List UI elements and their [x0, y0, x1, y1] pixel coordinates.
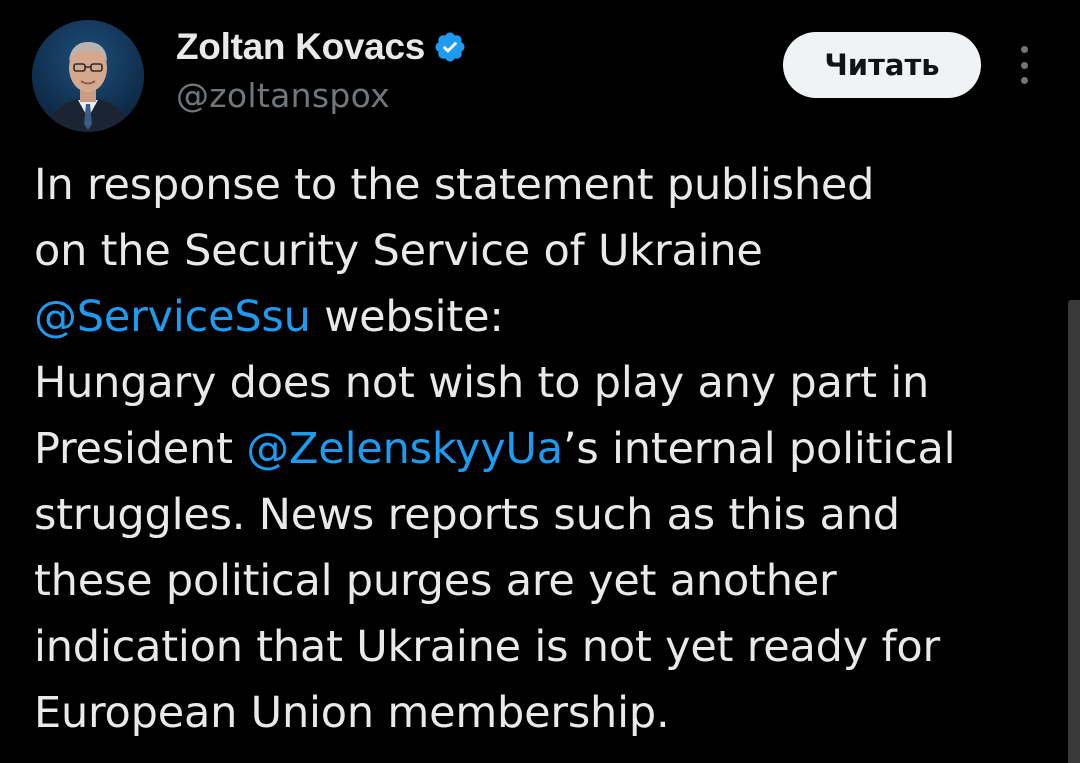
avatar[interactable]	[32, 20, 144, 132]
tweet-text-segment: these political purges are yet another	[34, 556, 837, 606]
tweet-text-segment: ’s internal political	[562, 424, 956, 474]
dot	[1020, 61, 1028, 69]
mention-link[interactable]: @ZelenskyyUa	[246, 424, 563, 474]
follow-button[interactable]: Читать	[783, 32, 981, 98]
tweet-text: In response to the statement published on…	[34, 152, 1054, 746]
more-options-icon[interactable]	[1010, 44, 1038, 86]
tweet-line: struggles. News reports such as this and	[34, 482, 1054, 548]
dot	[1020, 46, 1028, 53]
tweet-text-segment: website:	[310, 292, 504, 342]
tweet-line: indication that Ukraine is not yet ready…	[34, 614, 1054, 680]
tweet-line: on the Security Service of Ukraine	[34, 218, 1054, 284]
tweet-text-segment: indication that Ukraine is not yet ready…	[34, 622, 940, 672]
author-handle[interactable]: @zoltanspox	[176, 76, 390, 115]
tweet-line: @ServiceSsu website:	[34, 284, 1054, 350]
verified-badge-icon[interactable]	[433, 30, 467, 64]
tweet-text-segment: European Union membership.	[34, 688, 670, 738]
mention-link[interactable]: @ServiceSsu	[34, 292, 311, 342]
tweet-text-segment: In response to the statement published	[34, 160, 875, 210]
author-name-row: Zoltan Kovacs	[176, 24, 467, 70]
author-display-name[interactable]: Zoltan Kovacs	[176, 26, 425, 68]
tweet-line: European Union membership.	[34, 680, 1054, 746]
tweet-line: President @ZelenskyyUa’s internal politi…	[34, 416, 1054, 482]
dot	[1020, 77, 1028, 84]
scrollbar[interactable]	[1068, 300, 1080, 763]
tweet-line: In response to the statement published	[34, 152, 1054, 218]
tweet-line: these political purges are yet another	[34, 548, 1054, 614]
tweet-line: Hungary does not wish to play any part i…	[34, 350, 1054, 416]
tweet-text-segment: on the Security Service of Ukraine	[34, 226, 763, 276]
avatar-photo	[32, 20, 144, 132]
tweet-text-segment: struggles. News reports such as this and	[34, 490, 900, 540]
tweet-text-segment: President	[34, 424, 247, 474]
tweet-text-segment: Hungary does not wish to play any part i…	[34, 358, 930, 408]
